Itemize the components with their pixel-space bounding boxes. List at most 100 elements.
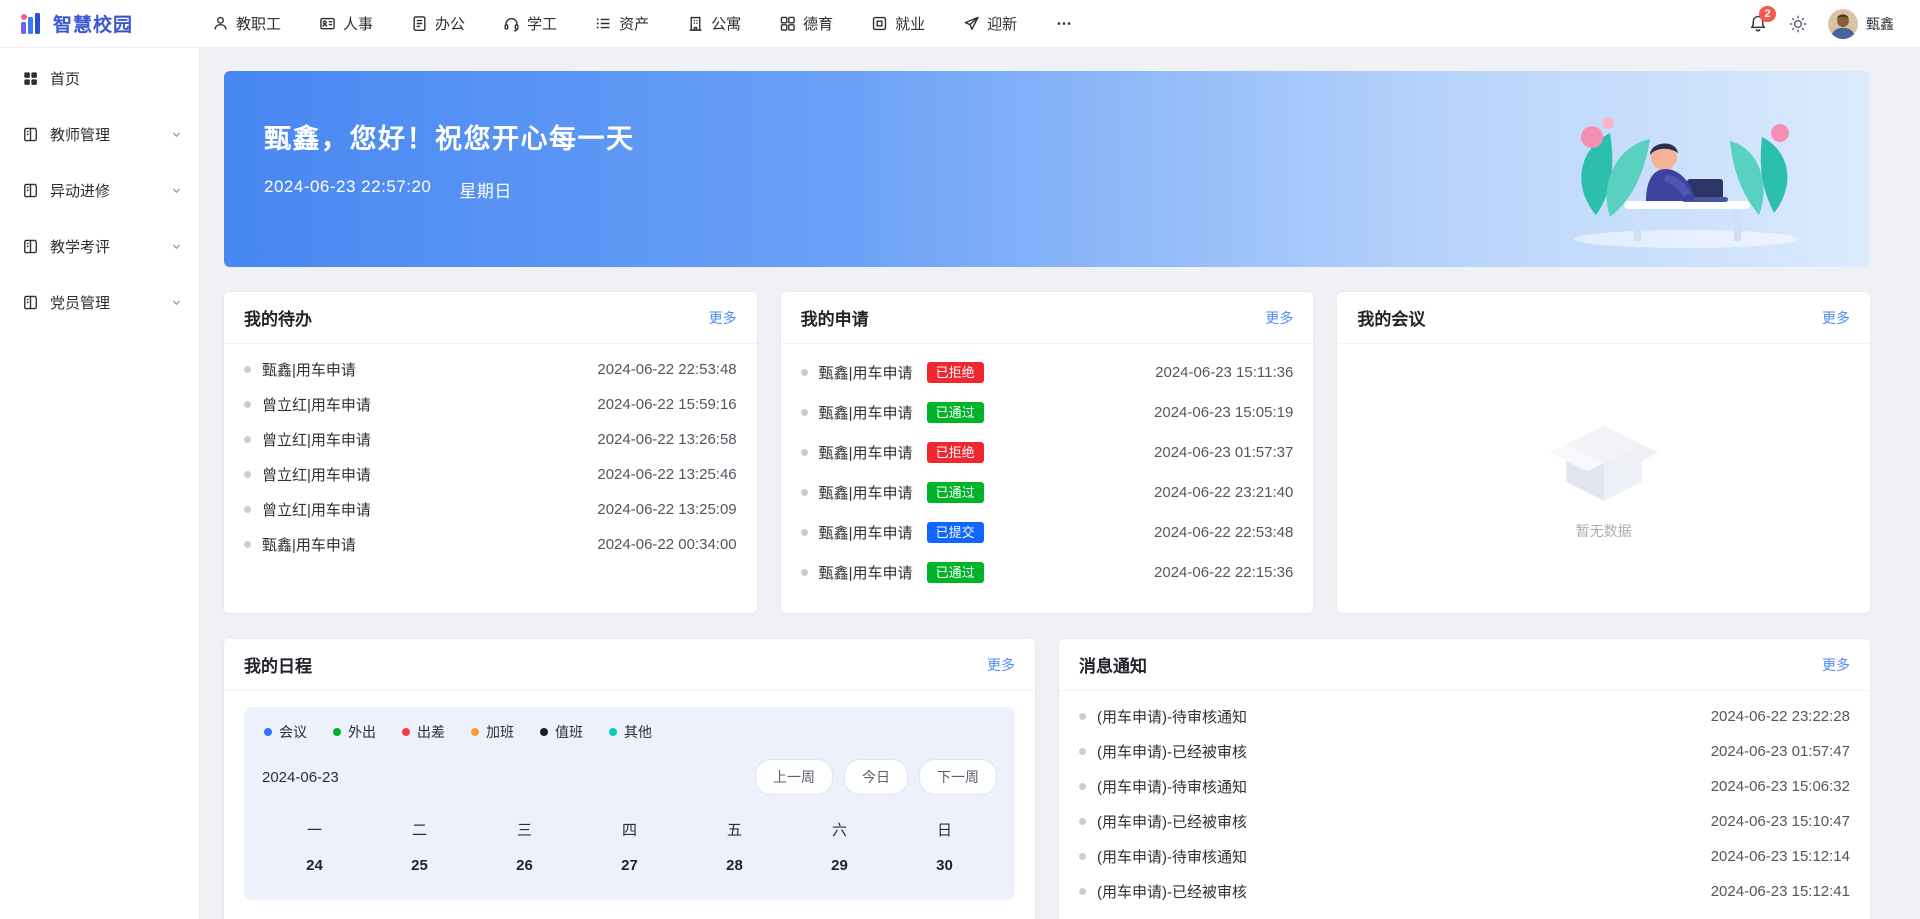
nav-item-label: 人事 — [343, 13, 373, 34]
message-item[interactable]: (用车申请)-已经被审核2024-06-23 01:57:47 — [1079, 734, 1850, 769]
nav-item-apartment[interactable]: 公寓 — [687, 13, 741, 34]
date-cell[interactable]: 25 — [367, 857, 472, 874]
nav-item-moral[interactable]: 德育 — [779, 13, 833, 34]
avatar — [1828, 9, 1858, 39]
schedule-card-title: 我的日程 — [244, 652, 312, 677]
nav-item-office[interactable]: 办公 — [411, 13, 465, 34]
message-item[interactable]: (用车申请)-已经被审核2024-06-23 15:10:47 — [1079, 804, 1850, 839]
sidebar-item-teaching-eval[interactable]: 教学考评 — [0, 218, 199, 274]
todo-card: 我的待办 更多 甄鑫|用车申请2024-06-22 22:53:48 曾立红|用… — [224, 292, 757, 613]
meeting-card: 我的会议 更多 暂无数据 — [1337, 292, 1870, 613]
nav-item-hr[interactable]: 人事 — [319, 13, 373, 34]
bullet-dot — [244, 401, 251, 408]
bullet-dot — [244, 471, 251, 478]
apply-item-time: 2024-06-22 22:15:36 — [1154, 564, 1293, 581]
apply-item-time: 2024-06-23 15:05:19 — [1154, 404, 1293, 421]
nav-item-label: 办公 — [435, 13, 465, 34]
date-cell[interactable]: 27 — [577, 857, 682, 874]
weekday-cell: 三 — [472, 819, 577, 840]
nav-item-employment[interactable]: 就业 — [871, 13, 925, 34]
banner-weekday: 星期日 — [459, 177, 512, 202]
id-card-icon — [319, 15, 336, 32]
notifications-button[interactable]: 2 — [1748, 14, 1768, 34]
todo-item-time: 2024-06-22 13:25:46 — [597, 466, 736, 483]
apply-item[interactable]: 甄鑫|用车申请已拒绝 2024-06-23 15:11:36 — [801, 352, 1294, 392]
bullet-dot — [244, 436, 251, 443]
message-item-time: 2024-06-23 15:12:41 — [1711, 883, 1850, 900]
apply-item-time: 2024-06-23 15:11:36 — [1155, 364, 1293, 381]
message-list: (用车申请)-待审核通知2024-06-22 23:22:28 (用车申请)-已… — [1059, 691, 1870, 909]
banner-datetime: 2024-06-23 22:57:20 — [264, 177, 431, 202]
sidebar-item-label: 教师管理 — [50, 124, 159, 145]
bullet-dot — [801, 529, 808, 536]
next-week-button[interactable]: 下一周 — [919, 759, 997, 795]
app-logo[interactable]: 智慧校园 — [18, 10, 200, 37]
document-icon — [411, 15, 428, 32]
apply-item[interactable]: 甄鑫|用车申请已通过2024-06-23 15:05:19 — [801, 392, 1294, 432]
meeting-more-link[interactable]: 更多 — [1822, 308, 1850, 328]
legend-item: 其他 — [609, 722, 652, 742]
apply-item-text: 甄鑫|用车申请 — [819, 362, 913, 383]
weekday-cell: 日 — [892, 819, 997, 840]
todo-item[interactable]: 曾立红|用车申请 2024-06-22 13:25:46 — [244, 457, 737, 492]
nav-item-staff[interactable]: 教职工 — [212, 13, 281, 34]
todo-item[interactable]: 曾立红|用车申请2024-06-22 13:25:09 — [244, 492, 737, 527]
date-row: 24 25 26 27 28 29 30 — [262, 857, 997, 874]
prev-week-button[interactable]: 上一周 — [755, 759, 833, 795]
nested-square-icon — [871, 15, 888, 32]
banner-illustration — [1558, 83, 1808, 251]
sidebar-item-label: 教学考评 — [50, 236, 159, 257]
apply-item[interactable]: 甄鑫|用车申请已通过2024-06-22 23:21:40 — [801, 472, 1294, 512]
nav-item-asset[interactable]: 资产 — [595, 13, 649, 34]
sidebar-item-party-mgmt[interactable]: 党员管理 — [0, 274, 199, 330]
date-cell[interactable]: 30 — [892, 857, 997, 874]
todo-item[interactable]: 曾立红|用车申请2024-06-22 15:59:16 — [244, 387, 737, 422]
top-nav-menu: 教职工 人事 办公 学工 资产 公寓 德育 就业 — [212, 13, 1073, 34]
date-cell[interactable]: 26 — [472, 857, 577, 874]
user-menu[interactable]: 甄鑫 — [1828, 9, 1894, 39]
legend-label: 加班 — [486, 722, 514, 742]
nav-item-welcome[interactable]: 迎新 — [963, 13, 1017, 34]
message-more-link[interactable]: 更多 — [1822, 655, 1850, 675]
empty-box-icon — [1539, 417, 1669, 507]
todo-item[interactable]: 甄鑫|用车申请2024-06-22 00:34:00 — [244, 527, 737, 562]
chevron-down-icon — [170, 240, 183, 253]
sidebar-item-teacher-mgmt[interactable]: 教师管理 — [0, 106, 199, 162]
weekday-row: 一 二 三 四 五 六 日 — [262, 819, 997, 840]
message-item[interactable]: (用车申请)-待审核通知2024-06-23 15:06:32 — [1079, 769, 1850, 804]
notebook-icon — [22, 238, 39, 255]
message-item[interactable]: (用车申请)-待审核通知2024-06-22 23:22:28 — [1079, 699, 1850, 734]
date-cell[interactable]: 28 — [682, 857, 787, 874]
schedule-more-link[interactable]: 更多 — [987, 655, 1015, 675]
message-item[interactable]: (用车申请)-待审核通知2024-06-23 15:12:14 — [1079, 839, 1850, 874]
meeting-card-title: 我的会议 — [1357, 305, 1425, 330]
sidebar-item-home[interactable]: 首页 — [0, 50, 199, 106]
apply-item[interactable]: 甄鑫|用车申请已通过2024-06-22 22:15:36 — [801, 552, 1294, 592]
todo-item-time: 2024-06-22 00:34:00 — [597, 536, 736, 553]
todo-item-time: 2024-06-22 13:26:58 — [597, 431, 736, 448]
schedule-controls: 2024-06-23 上一周 今日 下一周 — [262, 759, 997, 795]
settings-button[interactable] — [1788, 14, 1808, 34]
weekday-cell: 五 — [682, 819, 787, 840]
nav-more-button[interactable] — [1055, 15, 1073, 32]
todo-item[interactable]: 曾立红|用车申请2024-06-22 13:26:58 — [244, 422, 737, 457]
schedule-week-buttons: 上一周 今日 下一周 — [755, 759, 997, 795]
today-button[interactable]: 今日 — [844, 759, 908, 795]
date-cell[interactable]: 29 — [787, 857, 892, 874]
message-item[interactable]: (用车申请)-已经被审核2024-06-23 15:12:41 — [1079, 874, 1850, 909]
apply-item[interactable]: 甄鑫|用车申请已提交2024-06-22 22:53:48 — [801, 512, 1294, 552]
apply-more-link[interactable]: 更多 — [1265, 308, 1293, 328]
schedule-body: 会议 外出 出差 加班 值班 其他 2024-06-23 上一周 今日 下一周 — [224, 691, 1035, 919]
status-badge: 已拒绝 — [927, 362, 984, 383]
sidebar-item-label: 异动进修 — [50, 180, 159, 201]
date-cell[interactable]: 24 — [262, 857, 367, 874]
todo-more-link[interactable]: 更多 — [709, 308, 737, 328]
todo-item-text: 曾立红|用车申请 — [262, 464, 371, 485]
todo-item[interactable]: 甄鑫|用车申请2024-06-22 22:53:48 — [244, 352, 737, 387]
nav-item-student[interactable]: 学工 — [503, 13, 557, 34]
legend-dot-meeting — [264, 728, 272, 736]
sidebar-item-transfer-training[interactable]: 异动进修 — [0, 162, 199, 218]
weekday-cell: 六 — [787, 819, 892, 840]
notebook-icon — [22, 126, 39, 143]
apply-item[interactable]: 甄鑫|用车申请已拒绝2024-06-23 01:57:37 — [801, 432, 1294, 472]
